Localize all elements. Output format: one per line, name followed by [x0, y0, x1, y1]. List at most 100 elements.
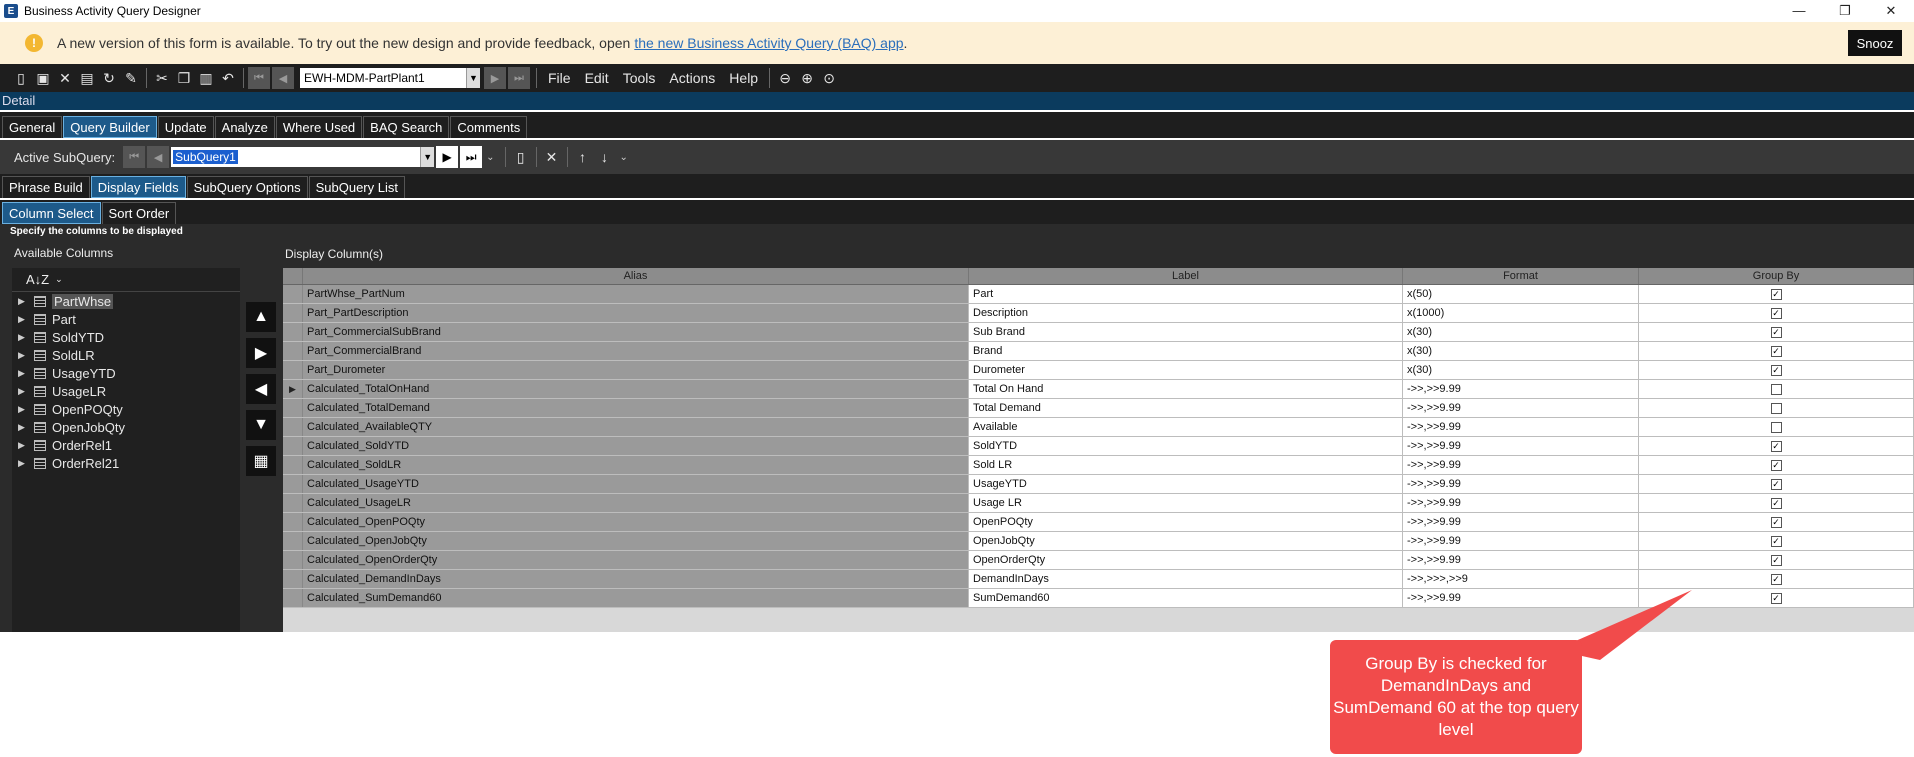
available-column-item[interactable]: ▶ Part: [12, 310, 240, 328]
group-by-checkbox[interactable]: ✓: [1770, 440, 1782, 452]
forward-icon[interactable]: ⊕: [796, 67, 818, 89]
row-indicator[interactable]: [283, 418, 303, 436]
label-cell[interactable]: OpenJobQty: [969, 532, 1403, 550]
grid-row[interactable]: Calculated_SoldLR Sold LR ->>,>>9.99 ✓: [283, 456, 1914, 475]
available-column-item[interactable]: ▶ UsageYTD: [12, 364, 240, 382]
group-by-cell[interactable]: ✓: [1639, 342, 1914, 360]
tab-comments[interactable]: Comments: [450, 116, 528, 138]
row-indicator[interactable]: [283, 570, 303, 588]
alias-cell[interactable]: Calculated_OpenJobQty: [303, 532, 969, 550]
group-by-checkbox[interactable]: [1770, 383, 1782, 395]
available-column-item[interactable]: ▶ OpenPOQty: [12, 400, 240, 418]
expand-icon[interactable]: ▶: [18, 386, 28, 397]
tab-analyze[interactable]: Analyze: [214, 116, 275, 138]
menu-file[interactable]: File: [541, 70, 578, 86]
grid-row[interactable]: Calculated_OpenJobQty OpenJobQty ->>,>>9.9…: [283, 532, 1914, 551]
tab-sort-order[interactable]: Sort Order: [101, 202, 177, 224]
expand-icon[interactable]: ▶: [18, 314, 28, 325]
alias-cell[interactable]: Calculated_DemandInDays: [303, 570, 969, 588]
format-cell[interactable]: ->>,>>9.99: [1403, 589, 1639, 607]
group-by-cell[interactable]: [1639, 399, 1914, 417]
label-header[interactable]: Label: [969, 268, 1403, 284]
row-indicator[interactable]: [283, 342, 303, 360]
label-cell[interactable]: OpenPOQty: [969, 513, 1403, 531]
snooze-button[interactable]: Snooz: [1848, 30, 1902, 56]
alias-cell[interactable]: Calculated_SoldYTD: [303, 437, 969, 455]
grid-row[interactable]: PartWhse_PartNum Part x(50) ✓: [283, 285, 1914, 304]
tab-query-builder[interactable]: Query Builder: [63, 116, 157, 138]
alias-cell[interactable]: Calculated_OpenOrderQty: [303, 551, 969, 569]
tab-subquery-list[interactable]: SubQuery List: [308, 176, 405, 198]
new-baq-app-link[interactable]: the new Business Activity Query (BAQ) ap…: [634, 35, 903, 51]
menu-actions[interactable]: Actions: [662, 70, 722, 86]
group-by-cell[interactable]: ✓: [1639, 304, 1914, 322]
alias-cell[interactable]: Calculated_SoldLR: [303, 456, 969, 474]
row-indicator[interactable]: [283, 475, 303, 493]
grid-row[interactable]: Calculated_OpenPOQty OpenPOQty ->>,>>9.99 ✓: [283, 513, 1914, 532]
expand-icon[interactable]: ▶: [18, 296, 28, 307]
group-by-checkbox[interactable]: ✓: [1770, 345, 1782, 357]
alias-cell[interactable]: Part_CommercialSubBrand: [303, 323, 969, 341]
available-column-item[interactable]: ▶ PartWhse: [12, 292, 240, 310]
expand-icon[interactable]: ▶: [18, 332, 28, 343]
delete-subquery-icon[interactable]: ✕: [541, 146, 563, 168]
paste-icon[interactable]: ▥: [195, 67, 217, 89]
label-cell[interactable]: Available: [969, 418, 1403, 436]
home-icon[interactable]: ⊙: [818, 67, 840, 89]
row-indicator[interactable]: [283, 304, 303, 322]
grid-row[interactable]: Part_CommercialSubBrand Sub Brand x(30) ✓: [283, 323, 1914, 342]
group-by-cell[interactable]: ✓: [1639, 513, 1914, 531]
group-by-cell[interactable]: ✓: [1639, 551, 1914, 569]
overflow-icon[interactable]: ⌄: [620, 152, 628, 163]
available-column-item[interactable]: ▶ SoldLR: [12, 346, 240, 364]
alias-cell[interactable]: Part_CommercialBrand: [303, 342, 969, 360]
clipboard-icon[interactable]: ▤: [76, 67, 98, 89]
new-icon[interactable]: ▯: [10, 67, 32, 89]
chevron-down-icon[interactable]: ▼: [420, 147, 435, 167]
group-by-cell[interactable]: ✓: [1639, 323, 1914, 341]
clear-icon[interactable]: ✎: [120, 67, 142, 89]
group-by-checkbox[interactable]: ✓: [1770, 516, 1782, 528]
grid-row[interactable]: Calculated_UsageLR Usage LR ->>,>>9.99 ✓: [283, 494, 1914, 513]
next-subquery-icon[interactable]: ▶: [436, 146, 459, 168]
alias-cell[interactable]: Part_Durometer: [303, 361, 969, 379]
last-subquery-icon[interactable]: ⏭: [460, 146, 483, 168]
row-indicator[interactable]: [283, 551, 303, 569]
previous-record-icon[interactable]: ◀: [272, 67, 294, 89]
expand-icon[interactable]: ▶: [18, 404, 28, 415]
row-indicator[interactable]: [283, 589, 303, 607]
group-by-cell[interactable]: ✓: [1639, 589, 1914, 607]
close-icon[interactable]: ✕: [1868, 0, 1914, 22]
format-cell[interactable]: ->>,>>9.99: [1403, 551, 1639, 569]
available-column-item[interactable]: ▶ OrderRel21: [12, 454, 240, 472]
row-indicator[interactable]: ▶: [283, 380, 303, 398]
grid-row[interactable]: Part_Durometer Durometer x(30) ✓: [283, 361, 1914, 380]
alias-cell[interactable]: Calculated_TotalOnHand: [303, 380, 969, 398]
calculator-button[interactable]: ▦: [246, 446, 276, 476]
restore-icon[interactable]: ❐: [1822, 0, 1868, 22]
format-cell[interactable]: ->>,>>9.99: [1403, 494, 1639, 512]
grid-row[interactable]: Calculated_DemandInDays DemandInDays ->>,>…: [283, 570, 1914, 589]
tab-where-used[interactable]: Where Used: [275, 116, 363, 138]
grid-row[interactable]: Calculated_AvailableQTY Available ->>,>>9.…: [283, 418, 1914, 437]
label-cell[interactable]: Total On Hand: [969, 380, 1403, 398]
grid-row[interactable]: Calculated_OpenOrderQty OpenOrderQty ->>,>…: [283, 551, 1914, 570]
label-cell[interactable]: SoldYTD: [969, 437, 1403, 455]
menu-edit[interactable]: Edit: [578, 70, 616, 86]
format-cell[interactable]: ->>,>>9.99: [1403, 380, 1639, 398]
available-column-item[interactable]: ▶ UsageLR: [12, 382, 240, 400]
menu-tools[interactable]: Tools: [616, 70, 663, 86]
alias-cell[interactable]: Calculated_TotalDemand: [303, 399, 969, 417]
group-by-checkbox[interactable]: ✓: [1770, 497, 1782, 509]
row-indicator[interactable]: [283, 323, 303, 341]
first-record-icon[interactable]: ⏮: [248, 67, 270, 89]
expand-icon[interactable]: ▶: [18, 368, 28, 379]
tab-baq-search[interactable]: BAQ Search: [363, 116, 450, 138]
group-by-cell[interactable]: [1639, 418, 1914, 436]
tab-general[interactable]: General: [2, 116, 63, 138]
tab-display-fields[interactable]: Display Fields: [90, 176, 186, 198]
format-cell[interactable]: ->>,>>9.99: [1403, 513, 1639, 531]
group-by-cell[interactable]: ✓: [1639, 475, 1914, 493]
label-cell[interactable]: Brand: [969, 342, 1403, 360]
available-column-item[interactable]: ▶ OpenJobQty: [12, 418, 240, 436]
